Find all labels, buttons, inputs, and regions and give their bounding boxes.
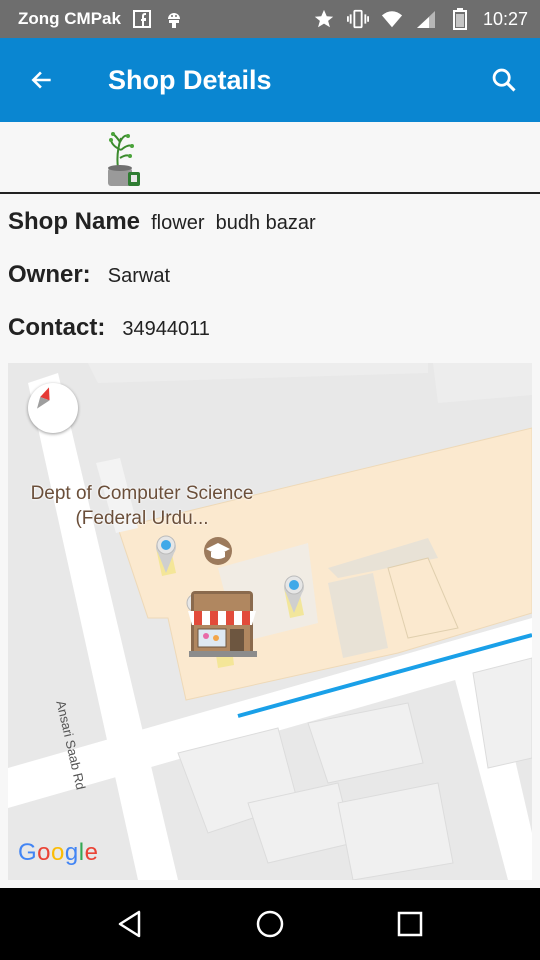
battery-icon: [449, 8, 471, 30]
arrow-back-icon[interactable]: [0, 38, 84, 122]
status-time: 10:27: [482, 8, 528, 29]
shop-name-row: Shop Name flower budh bazar: [8, 208, 316, 236]
shop-map[interactable]: Dept of Computer Science (Federal Urdu..…: [8, 363, 532, 880]
shop-marker-icon[interactable]: [188, 591, 257, 657]
page-title: Shop Details: [108, 64, 272, 95]
contact-value: 34944011: [122, 318, 210, 340]
android-icon: [163, 8, 185, 30]
search-icon[interactable]: [468, 38, 540, 122]
owner-label: Owner:: [8, 261, 91, 288]
shop-name-label: Shop Name: [8, 208, 141, 235]
carrier-name: Zong CMPak: [18, 9, 121, 28]
shop-name-value: flower budh bazar: [151, 212, 316, 234]
contact-row: Contact: 34944011: [8, 314, 210, 342]
back-triangle-icon[interactable]: [100, 894, 160, 954]
signal-icon: [415, 8, 437, 30]
owner-value: Sarwat: [107, 265, 171, 287]
status-bar: Zong CMPak 10:27: [0, 0, 540, 38]
app-bar: Shop Details: [0, 38, 540, 122]
compass-icon[interactable]: [28, 383, 78, 433]
contact-label: Contact:: [8, 314, 106, 341]
shop-logo-row: [0, 122, 540, 194]
owner-row: Owner: Sarwat: [8, 261, 170, 289]
map-place-label: Dept of Computer Science (Federal Urdu..…: [30, 483, 254, 529]
google-logo: Google: [18, 839, 99, 866]
map-canvas: [8, 363, 532, 880]
wifi-icon: [381, 8, 403, 30]
navigation-bar: [0, 888, 540, 960]
recents-square-icon[interactable]: [380, 894, 440, 954]
home-circle-icon[interactable]: [240, 894, 300, 954]
vibrate-icon: [346, 8, 369, 30]
plant-pot-icon: [104, 128, 146, 190]
facebook-icon: [131, 8, 153, 30]
star-icon: [313, 8, 335, 30]
education-icon: [204, 537, 232, 565]
